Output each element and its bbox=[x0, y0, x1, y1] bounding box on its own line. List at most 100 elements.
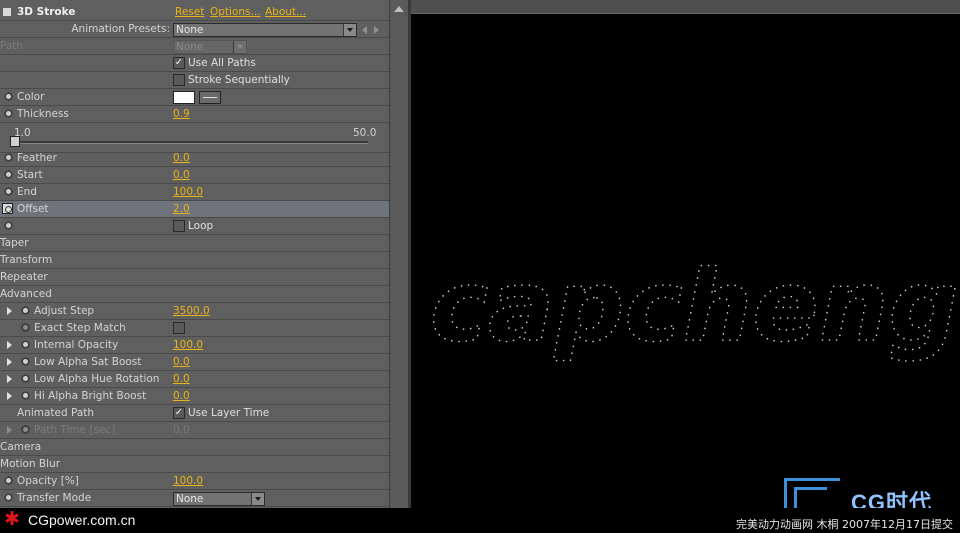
transform-group[interactable]: Transform bbox=[0, 252, 389, 269]
expand-arrow-icon bbox=[7, 426, 12, 434]
transform-label: Transform bbox=[0, 254, 53, 266]
thickness-slider-row: 1.0 50.0 bbox=[0, 123, 389, 153]
internal-opacity-value[interactable]: 100.0 bbox=[173, 337, 203, 353]
exact-step-match-checkbox[interactable] bbox=[173, 322, 185, 334]
feather-value[interactable]: 0.0 bbox=[173, 150, 190, 166]
transfer-mode-value: None bbox=[176, 493, 204, 505]
taper-group[interactable]: Taper bbox=[0, 235, 389, 252]
stroke-text: capcheng bbox=[430, 250, 959, 364]
use-all-paths-row: ✓ Use All Paths bbox=[0, 55, 389, 72]
path-row: Path None bbox=[0, 38, 389, 55]
eyedropper-icon[interactable] bbox=[199, 91, 221, 104]
thickness-slider-thumb[interactable] bbox=[10, 136, 20, 147]
expand-arrow-icon[interactable] bbox=[7, 341, 12, 349]
stopwatch-icon bbox=[21, 323, 30, 332]
loop-label: Loop bbox=[188, 220, 214, 232]
about-link[interactable]: About... bbox=[265, 4, 306, 20]
animation-presets-dropdown[interactable]: None bbox=[173, 23, 357, 37]
expand-arrow-icon[interactable] bbox=[7, 307, 12, 315]
credit-text: 完美动力动画网 木桐 2007年12月17日提交 bbox=[736, 518, 953, 531]
low-alpha-hue-rotation-row: Low Alpha Hue Rotation 0.0 bbox=[0, 371, 389, 388]
path-time-value: 0.0 bbox=[173, 424, 190, 436]
path-time-label: Path Time [sec] bbox=[34, 424, 116, 436]
start-row: Start 0.0 bbox=[0, 167, 389, 184]
options-link[interactable]: Options... bbox=[210, 4, 261, 20]
path-label: Path bbox=[0, 40, 24, 52]
next-preset-icon[interactable] bbox=[374, 26, 379, 34]
stopwatch-icon-active[interactable] bbox=[2, 203, 13, 214]
stopwatch-icon[interactable] bbox=[21, 374, 30, 383]
effect-title: 3D Stroke bbox=[17, 6, 76, 18]
color-swatch[interactable] bbox=[173, 91, 195, 104]
adjust-step-value[interactable]: 3500.0 bbox=[173, 303, 210, 319]
repeater-group[interactable]: Repeater bbox=[0, 269, 389, 286]
loop-checkbox[interactable] bbox=[173, 220, 185, 232]
end-value[interactable]: 100.0 bbox=[173, 184, 203, 200]
offset-label: Offset bbox=[17, 203, 49, 215]
path-time-row: Path Time [sec] 0.0 bbox=[0, 422, 389, 439]
chevron-down-icon bbox=[251, 493, 264, 505]
stroke-sequentially-checkbox[interactable] bbox=[173, 74, 185, 86]
animation-presets-value: None bbox=[176, 24, 204, 36]
low-alpha-sat-boost-label: Low Alpha Sat Boost bbox=[34, 356, 142, 368]
stopwatch-icon[interactable] bbox=[4, 476, 13, 485]
low-alpha-hue-rotation-label: Low Alpha Hue Rotation bbox=[34, 373, 160, 385]
chevron-down-icon bbox=[233, 41, 246, 53]
use-layer-time-checkbox[interactable]: ✓ bbox=[173, 407, 185, 419]
offset-value[interactable]: 2.0 bbox=[173, 201, 190, 217]
opacity-value[interactable]: 100.0 bbox=[173, 473, 203, 489]
thickness-value[interactable]: 0.9 bbox=[173, 106, 190, 122]
camera-label: Camera bbox=[0, 441, 42, 453]
panel-scrollbar[interactable] bbox=[389, 0, 409, 508]
path-value: None bbox=[176, 41, 204, 53]
expand-arrow-icon[interactable] bbox=[7, 375, 12, 383]
camera-group[interactable]: Camera bbox=[0, 439, 389, 456]
thickness-max-label: 50.0 bbox=[353, 127, 377, 139]
advanced-group[interactable]: Advanced bbox=[0, 286, 389, 303]
transfer-mode-label: Transfer Mode bbox=[17, 492, 92, 504]
scroll-up-icon[interactable] bbox=[394, 6, 404, 12]
transfer-mode-dropdown[interactable]: None bbox=[173, 492, 265, 506]
start-value[interactable]: 0.0 bbox=[173, 167, 190, 183]
viewer-toolbar bbox=[411, 0, 960, 14]
effect-header: 3D Stroke Reset Options... About... bbox=[0, 4, 389, 21]
stopwatch-icon bbox=[21, 425, 30, 434]
opacity-label: Opacity [%] bbox=[17, 475, 79, 487]
stopwatch-icon[interactable] bbox=[4, 170, 13, 179]
low-alpha-sat-boost-value[interactable]: 0.0 bbox=[173, 354, 190, 370]
use-layer-time-label: Use Layer Time bbox=[188, 407, 270, 419]
expand-arrow-icon[interactable] bbox=[7, 392, 12, 400]
motion-blur-group[interactable]: Motion Blur bbox=[0, 456, 389, 473]
thickness-slider-track[interactable] bbox=[10, 136, 368, 147]
path-dropdown[interactable]: None bbox=[173, 40, 247, 54]
stopwatch-icon[interactable] bbox=[21, 306, 30, 315]
feather-label: Feather bbox=[17, 152, 57, 164]
stopwatch-icon[interactable] bbox=[4, 221, 13, 230]
hi-alpha-bright-boost-row: Hi Alpha Bright Boost 0.0 bbox=[0, 388, 389, 405]
taper-label: Taper bbox=[0, 237, 29, 249]
stopwatch-icon[interactable] bbox=[21, 340, 30, 349]
stopwatch-icon[interactable] bbox=[4, 92, 13, 101]
reset-link[interactable]: Reset bbox=[175, 4, 204, 20]
stopwatch-icon[interactable] bbox=[21, 391, 30, 400]
internal-opacity-label: Internal Opacity bbox=[34, 339, 119, 351]
stopwatch-icon[interactable] bbox=[4, 493, 13, 502]
end-row: End 100.0 bbox=[0, 184, 389, 201]
stopwatch-icon[interactable] bbox=[4, 109, 13, 118]
footer-bar: ✱ CGpower.com.cn 完美动力动画网 木桐 2007年12月17日提… bbox=[0, 508, 960, 533]
expand-arrow-icon[interactable] bbox=[7, 358, 12, 366]
adjust-step-label: Adjust Step bbox=[34, 305, 95, 317]
adjust-step-row: Adjust Step 3500.0 bbox=[0, 303, 389, 320]
color-label: Color bbox=[17, 91, 45, 103]
animation-presets-row: Animation Presets: None bbox=[0, 21, 389, 38]
stopwatch-icon[interactable] bbox=[4, 187, 13, 196]
motion-blur-label: Motion Blur bbox=[0, 458, 61, 470]
stopwatch-icon[interactable] bbox=[4, 153, 13, 162]
stopwatch-icon[interactable] bbox=[21, 357, 30, 366]
animated-path-row: Animated Path ✓ Use Layer Time bbox=[0, 405, 389, 422]
exact-step-match-row: Exact Step Match bbox=[0, 320, 389, 337]
previous-preset-icon[interactable] bbox=[362, 26, 367, 34]
low-alpha-hue-rotation-value[interactable]: 0.0 bbox=[173, 371, 190, 387]
hi-alpha-bright-boost-value[interactable]: 0.0 bbox=[173, 388, 190, 404]
use-all-paths-checkbox[interactable]: ✓ bbox=[173, 57, 185, 69]
